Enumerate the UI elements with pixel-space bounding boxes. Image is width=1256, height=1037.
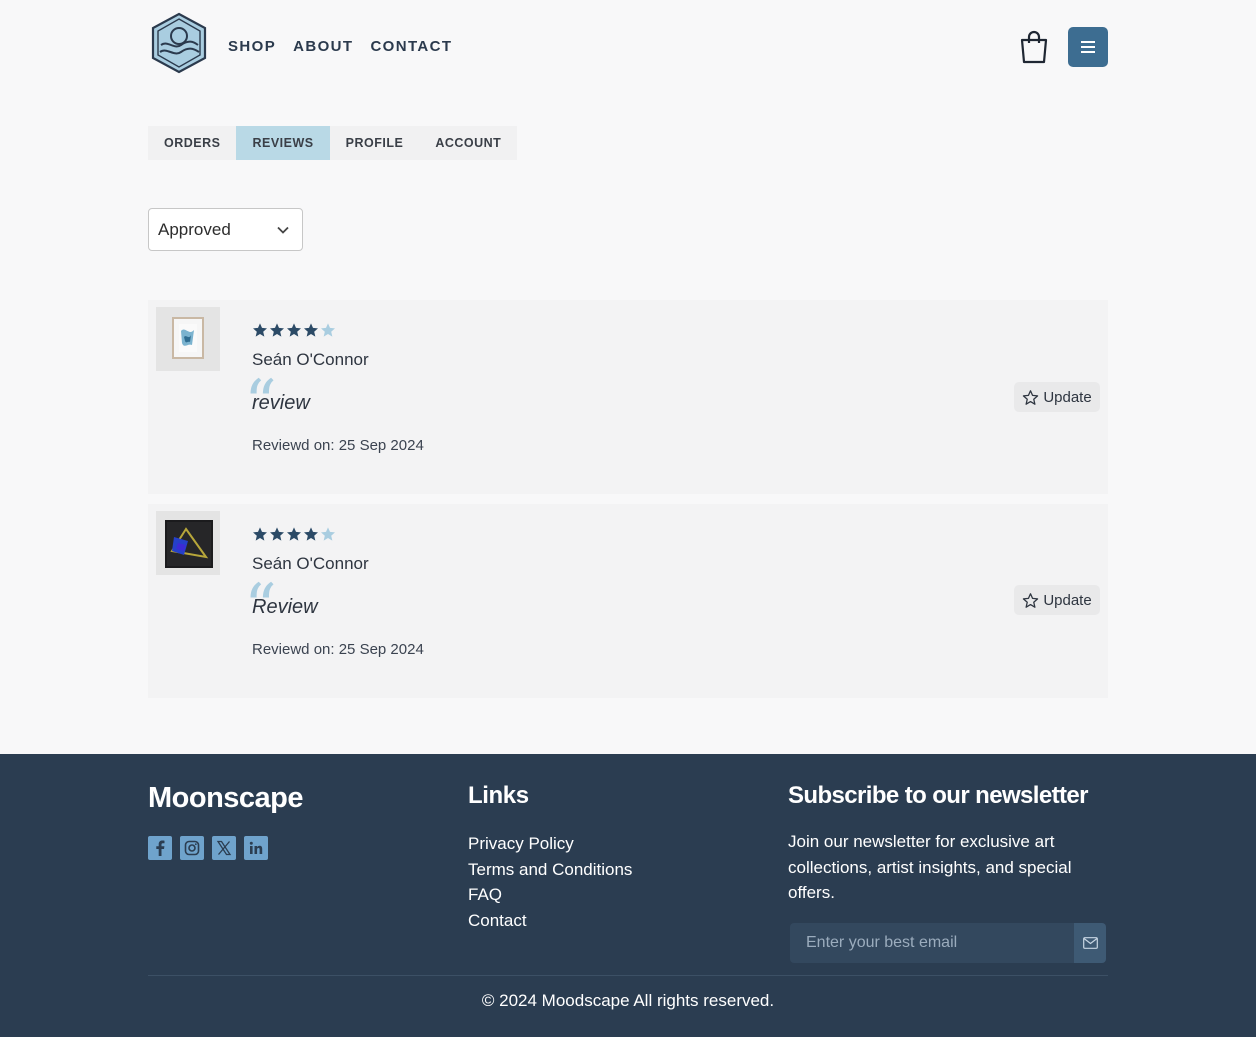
star-filled-icon — [287, 527, 301, 541]
facebook-icon[interactable] — [148, 836, 172, 860]
main-nav: SHOP ABOUT CONTACT — [228, 38, 452, 55]
newsletter-heading: Subscribe to our newsletter — [788, 782, 1088, 809]
footer-brand: Moonscape — [148, 782, 304, 814]
site-header: SHOP ABOUT CONTACT — [0, 0, 1256, 95]
tab-account[interactable]: ACCOUNT — [419, 126, 517, 160]
star-outline-icon — [1023, 592, 1039, 608]
newsletter-submit-button[interactable] — [1074, 923, 1106, 963]
review-status-value: Approved — [158, 219, 231, 239]
footer-links: Privacy Policy Terms and Conditions FAQ … — [468, 831, 632, 933]
product-thumbnail[interactable] — [156, 511, 220, 575]
social-links — [148, 836, 268, 860]
faq-link[interactable]: FAQ — [468, 882, 632, 908]
envelope-icon — [1082, 937, 1098, 949]
shopping-bag-icon[interactable] — [1018, 29, 1050, 65]
review-text: review — [252, 392, 310, 414]
review-status-select[interactable]: Approved — [148, 208, 303, 251]
instagram-icon[interactable] — [180, 836, 204, 860]
footer-divider — [148, 975, 1108, 976]
account-tabs: ORDERS REVIEWS PROFILE ACCOUNT — [148, 126, 518, 160]
review-text: Review — [252, 596, 318, 618]
update-button-label: Update — [1043, 388, 1092, 406]
newsletter-email-input[interactable] — [790, 923, 1074, 963]
copyright-text: © 2024 Moodscape All rights reserved. — [481, 991, 775, 1010]
star-filled-icon — [304, 323, 318, 337]
review-card: Seán O'Connor “ Review Reviewd on: 25 Se… — [148, 504, 1108, 698]
star-empty-icon — [321, 323, 335, 337]
tab-orders[interactable]: ORDERS — [148, 126, 236, 160]
rating-stars — [252, 526, 336, 542]
menu-button[interactable] — [1068, 27, 1108, 67]
nav-contact-link[interactable]: CONTACT — [370, 38, 452, 55]
nav-shop-link[interactable]: SHOP — [228, 38, 276, 55]
links-heading: Links — [468, 782, 529, 809]
chevron-down-icon — [277, 226, 289, 234]
moonscape-logo-icon[interactable] — [150, 12, 208, 74]
rating-stars — [252, 322, 336, 338]
star-filled-icon — [287, 323, 301, 337]
tab-reviews[interactable]: REVIEWS — [236, 126, 330, 160]
linkedin-icon[interactable] — [244, 836, 268, 860]
product-thumbnail[interactable] — [156, 307, 220, 371]
newsletter-description: Join our newsletter for exclusive art co… — [788, 832, 1072, 902]
review-date: Reviewd on: 25 Sep 2024 — [252, 437, 424, 454]
contact-link[interactable]: Contact — [468, 908, 632, 934]
star-empty-icon — [321, 527, 335, 541]
star-filled-icon — [270, 323, 284, 337]
star-filled-icon — [253, 323, 267, 337]
site-footer: Moonscape Links Privacy Policy Terms and… — [0, 754, 1256, 1037]
review-card: Seán O'Connor “ review Reviewd on: 25 Se… — [148, 300, 1108, 494]
terms-link[interactable]: Terms and Conditions — [468, 857, 632, 883]
update-review-button[interactable]: Update — [1014, 585, 1100, 615]
hamburger-icon — [1081, 41, 1095, 53]
nav-about-link[interactable]: ABOUT — [293, 38, 353, 55]
privacy-policy-link[interactable]: Privacy Policy — [468, 831, 632, 857]
star-filled-icon — [304, 527, 318, 541]
x-icon[interactable] — [212, 836, 236, 860]
star-filled-icon — [270, 527, 284, 541]
review-date: Reviewd on: 25 Sep 2024 — [252, 641, 424, 658]
star-filled-icon — [253, 527, 267, 541]
tab-profile[interactable]: PROFILE — [330, 126, 420, 160]
update-button-label: Update — [1043, 591, 1092, 609]
star-outline-icon — [1023, 389, 1039, 405]
update-review-button[interactable]: Update — [1014, 382, 1100, 412]
